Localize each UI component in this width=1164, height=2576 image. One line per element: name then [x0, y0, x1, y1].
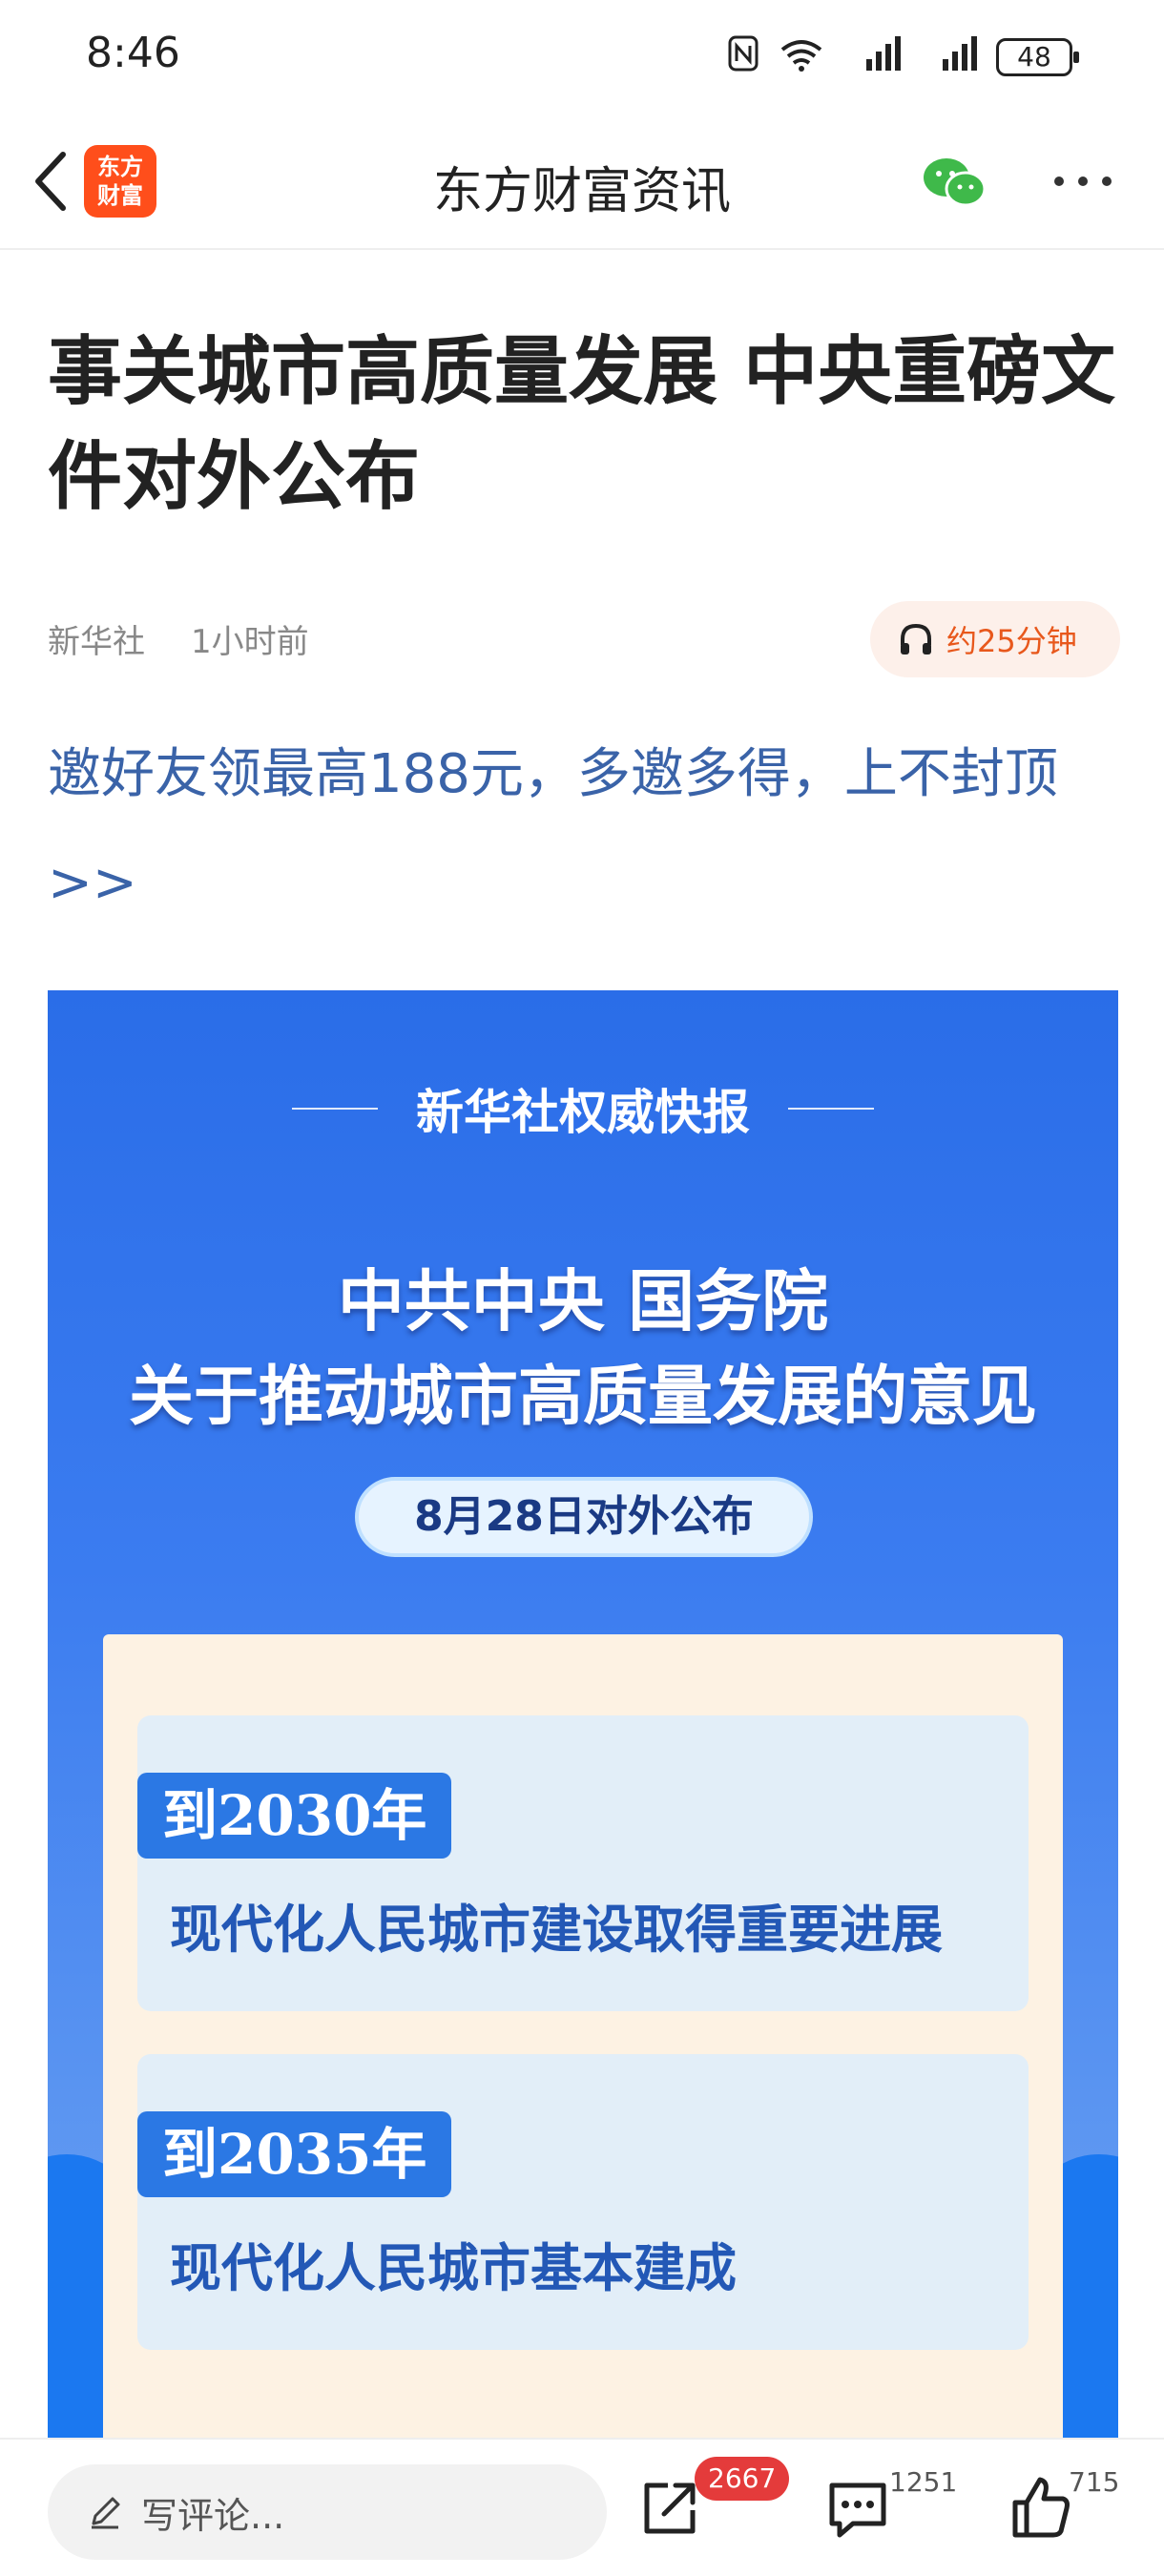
goal-box: 到2035年 现代化人民城市基本建成: [137, 2054, 1029, 2350]
goal-year-tag: 到2030年: [137, 1773, 452, 1859]
bottom-action-bar: 写评论... 2667 1251 715: [0, 2438, 1164, 2576]
share-count-badge: 2667: [695, 2457, 790, 2501]
poster-title-line2: 关于推动城市高质量发展的意见: [128, 1360, 1037, 1435]
nfc-icon: [727, 34, 759, 79]
wifi-icon: [775, 34, 828, 79]
audio-duration-label: 约25分钟: [946, 623, 1077, 659]
promo-link[interactable]: 邀好友领最高188元，多邀多得，上不封顶>>: [48, 720, 1126, 938]
poster-goals-card: 到2030年 现代化人民城市建设取得重要进展 到2035年 现代化人民城市基本建…: [103, 1634, 1063, 2441]
signal-icon: [843, 34, 904, 79]
divider: [292, 1108, 378, 1110]
article-headline: 事关城市高质量发展 中央重磅文件对外公布: [48, 329, 1116, 520]
nav-title: 东方财富资讯: [432, 163, 731, 220]
more-icon[interactable]: [1050, 162, 1116, 200]
divider: [788, 1108, 874, 1110]
like-count: 715: [1069, 2466, 1120, 2498]
pen-icon: [86, 2493, 124, 2531]
comment-count: 1251: [889, 2466, 958, 2498]
goal-text: 现代化人民城市基本建成: [170, 2238, 737, 2298]
share-icon[interactable]: [639, 2478, 700, 2539]
comment-icon[interactable]: [826, 2480, 889, 2539]
status-icons: 48: [727, 34, 1079, 79]
comment-input[interactable]: 写评论...: [48, 2464, 607, 2560]
signal-icon: [920, 34, 981, 79]
goal-text: 现代化人民城市建设取得重要进展: [170, 1900, 943, 1960]
status-time: 8:46: [86, 29, 180, 77]
battery-icon: 48: [996, 37, 1079, 76]
nav-bar: 东方 财富 东方财富资讯: [0, 114, 1164, 250]
thumbs-up-icon[interactable]: [1009, 2474, 1072, 2541]
goal-year-tag: 到2035年: [137, 2111, 452, 2197]
comment-placeholder: 写评论...: [141, 2494, 285, 2537]
wechat-share-icon[interactable]: [922, 155, 988, 210]
article-time: 1小时前: [191, 623, 309, 661]
headphone-icon: [897, 620, 935, 658]
article-source: 新华社: [48, 623, 145, 661]
poster-kicker: 新华社权威快报: [416, 1085, 750, 1140]
poster-kicker-row: 新华社权威快报: [48, 1074, 1118, 1143]
status-bar: 8:46 48: [0, 0, 1164, 114]
article-poster-image: 新华社权威快报 中共中央 国务院 关于推动城市高质量发展的意见 8月28日对外公…: [48, 990, 1118, 2441]
poster-title-line1: 中共中央 国务院: [337, 1262, 829, 1340]
goal-box: 到2030年 现代化人民城市建设取得重要进展: [137, 1715, 1029, 2011]
audio-listen-button[interactable]: 约25分钟: [870, 601, 1120, 677]
poster-date-pill: 8月28日对外公布: [355, 1477, 813, 1557]
